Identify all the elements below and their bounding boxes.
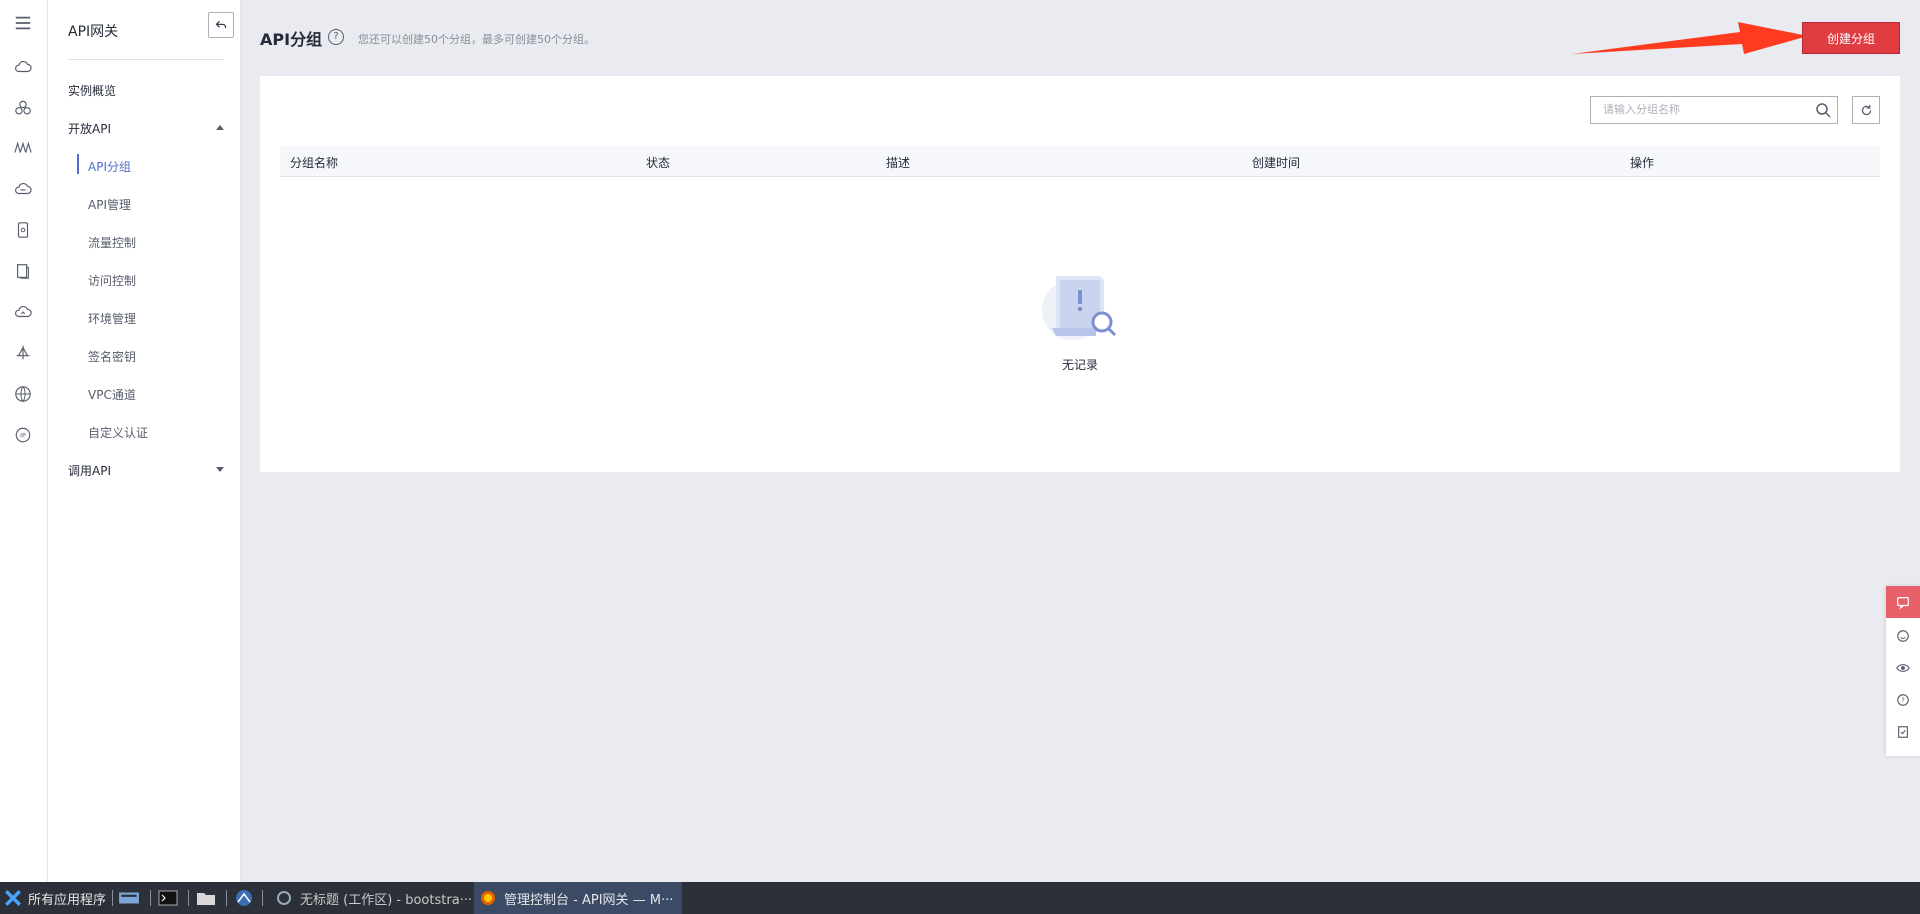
quota-hint: 您还可以创建50个分组，最多可创建50个分组。 [358, 33, 595, 46]
menu-item-vpc-channel[interactable]: VPC通道 [88, 386, 136, 403]
empty-state-text: 无记录 [1061, 358, 1098, 372]
phone-icon[interactable] [12, 219, 34, 241]
search-box [1590, 96, 1838, 124]
taskbar-divider [262, 890, 263, 906]
taskbar-divider [112, 890, 113, 906]
search-input[interactable] [1601, 102, 1805, 117]
start-menu-label: 所有应用程序 [28, 892, 107, 908]
icon-rail: IP [0, 0, 48, 882]
ip-icon[interactable]: IP [12, 424, 34, 446]
menu-item-access-control[interactable]: 访问控制 [88, 272, 136, 289]
menu-item-api-group[interactable]: API分组 [88, 158, 131, 175]
menu-divider [68, 59, 224, 60]
menu-item-flow-control[interactable]: 流量控制 [88, 234, 136, 251]
anchor-icon[interactable] [12, 342, 34, 364]
taskbar-window-browser-label: 管理控制台 - API网关 — M··· [504, 892, 674, 908]
column-header-description: 描述 [886, 156, 911, 170]
cloud-icon[interactable] [12, 56, 34, 78]
hamburger-menu-icon[interactable] [12, 12, 34, 34]
menu-item-api-manage[interactable]: API管理 [88, 196, 131, 213]
start-menu-button[interactable]: 所有应用程序 [4, 882, 106, 914]
taskbar-divider [226, 890, 227, 906]
cloud-service-icon[interactable] [12, 178, 34, 200]
menu-item-overview[interactable]: 实例概览 [68, 82, 116, 99]
refresh-button[interactable] [1852, 96, 1880, 124]
menu-group-call-api[interactable]: 调用API [68, 462, 111, 479]
back-arrow-icon [215, 20, 227, 28]
column-header-group-name: 分组名称 [290, 156, 339, 170]
taskbar-window-vscode[interactable]: 无标题 (工作区) - bootstra··· [276, 882, 472, 914]
document-icon[interactable] [12, 260, 34, 282]
menu-item-env-manage[interactable]: 环境管理 [88, 310, 136, 327]
menu-item-sign-key[interactable]: 签名密钥 [88, 348, 136, 365]
table-header: 分组名称 状态 描述 创建时间 操作 [280, 146, 1880, 177]
keyboard-icon[interactable] [118, 882, 140, 914]
taskbar-divider [150, 890, 151, 906]
collapse-menu-button[interactable] [208, 12, 234, 38]
terminal-icon[interactable] [158, 882, 178, 914]
column-header-created-time: 创建时间 [1252, 156, 1301, 170]
checklist-icon[interactable] [1886, 716, 1920, 748]
annotation-arrow-icon [1572, 22, 1808, 54]
chevron-up-icon[interactable] [216, 125, 224, 130]
menu-title: API网关 [68, 24, 119, 40]
smile-icon[interactable] [1886, 620, 1920, 652]
svg-text:?: ? [1901, 697, 1905, 705]
os-taskbar: 所有应用程序 无标题 (工作区) - bootstra··· 管理控制台 - A… [0, 882, 1920, 914]
side-menu: API网关 实例概览 开放API API分组 API管理 流量控制 访问控制 环… [48, 0, 241, 882]
cluster-icon[interactable] [12, 97, 34, 119]
globe-icon[interactable] [12, 383, 34, 405]
empty-record-icon [1042, 276, 1117, 340]
column-header-status: 状态 [646, 156, 671, 170]
taskbar-window-vscode-label: 无标题 (工作区) - bootstra··· [300, 892, 473, 908]
search-icon[interactable] [1815, 102, 1831, 118]
taskbar-window-browser[interactable]: 管理控制台 - API网关 — M··· [474, 882, 682, 914]
app-launcher-icon [5, 890, 21, 906]
column-header-actions: 操作 [1630, 156, 1655, 170]
floating-toolbar: ? [1886, 586, 1920, 756]
cloud-connect-icon[interactable] [12, 301, 34, 323]
active-indicator [77, 154, 79, 174]
menu-item-custom-auth[interactable]: 自定义认证 [88, 424, 148, 441]
chevron-down-icon[interactable] [216, 467, 224, 472]
firefox-icon [481, 891, 495, 905]
svg-text:IP: IP [20, 433, 26, 440]
help-icon[interactable]: ? [328, 29, 344, 45]
vscode-window-icon [277, 891, 291, 905]
bridge-icon[interactable] [12, 137, 34, 159]
group-list-card: 分组名称 状态 描述 创建时间 操作 无记录 [260, 76, 1900, 472]
eye-icon[interactable] [1886, 652, 1920, 684]
menu-group-open-api[interactable]: 开放API [68, 120, 111, 137]
taskbar-divider [188, 890, 189, 906]
chat-icon[interactable] [1886, 586, 1920, 618]
create-group-button[interactable]: 创建分组 [1802, 22, 1900, 54]
browser-launcher-icon[interactable] [234, 882, 254, 914]
question-icon[interactable]: ? [1886, 684, 1920, 716]
refresh-icon [1861, 104, 1871, 115]
file-manager-icon[interactable] [196, 882, 216, 914]
page-title: API分组 [260, 30, 323, 49]
